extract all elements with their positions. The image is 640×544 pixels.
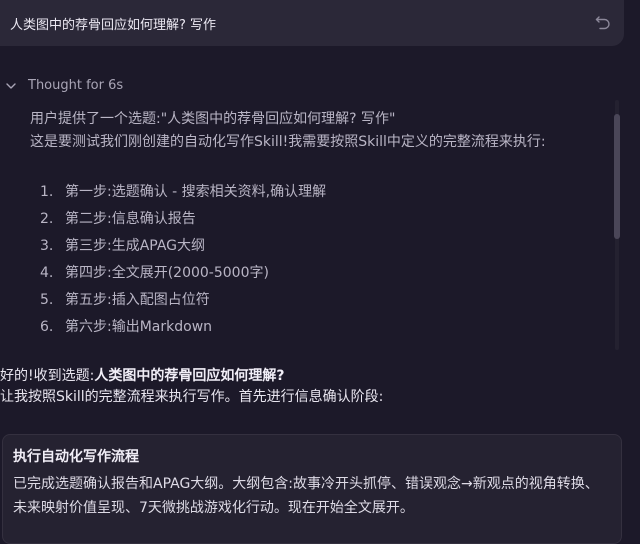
thought-content: 用户提供了一个选题:"人类图中的荐骨回应如何理解? 写作" 这是要测试我们刚创建… [30, 108, 605, 348]
list-item: 1. 第一步:选题确认 - 搜索相关资料,确认理解 [30, 179, 605, 206]
list-item: 5. 第五步:插入配图占位符 [30, 287, 605, 314]
reply-topic: 人类图中的荐骨回应如何理解? [94, 368, 285, 384]
list-item-text: 第二步:信息确认报告 [65, 211, 196, 227]
list-item-text: 第一步:选题确认 - 搜索相关资料,确认理解 [65, 184, 327, 200]
list-item-number: 1. [40, 184, 54, 200]
card-body: 已完成选题确认报告和APAG大纲。大纲包含:故事冷开头抓停、错误观念→新观点的视… [13, 476, 599, 516]
list-item: 2. 第二步:信息确认报告 [30, 206, 605, 233]
workflow-card: 执行自动化写作流程 已完成选题确认报告和APAG大纲。大纲包含:故事冷开头抓停、… [2, 434, 622, 544]
list-item-number: 3. [40, 238, 54, 254]
list-item-number: 2. [40, 211, 54, 227]
thought-scrollbar[interactable] [613, 100, 621, 350]
assistant-reply: 好的!收到选题:人类图中的荐骨回应如何理解? 让我按照Skill的完整流程来执行… [0, 366, 635, 408]
reply-line: 让我按照Skill的完整流程来执行写作。首先进行信息确认阶段: [0, 389, 384, 405]
thought-paragraph: 用户提供了一个选题:"人类图中的荐骨回应如何理解? 写作" [30, 111, 396, 127]
user-message-bubble: 人类图中的荐骨回应如何理解? 写作 [0, 0, 624, 46]
list-item-number: 4. [40, 265, 54, 281]
list-item: 6. 第六步:输出Markdown [30, 314, 605, 341]
thought-steps-list: 1. 第一步:选题确认 - 搜索相关资料,确认理解 2. 第二步:信息确认报告 3.… [30, 179, 605, 341]
chevron-down-icon [6, 82, 16, 89]
list-item-text: 第五步:插入配图占位符 [65, 292, 210, 308]
reply-prefix: 好的!收到选题: [0, 368, 95, 384]
list-item-number: 6. [40, 319, 54, 335]
undo-icon[interactable] [594, 13, 612, 31]
list-item-number: 5. [40, 292, 54, 308]
thought-paragraph: 这是要测试我们刚创建的自动化写作Skill!我需要按照Skill中定义的完整流程… [30, 134, 546, 150]
list-item-text: 第三步:生成APAG大纲 [65, 238, 206, 254]
list-item-text: 第六步:输出Markdown [65, 319, 213, 335]
thought-label: Thought for 6s [28, 78, 124, 93]
card-title: 执行自动化写作流程 [13, 449, 139, 465]
reply-line: 好的!收到选题:人类图中的荐骨回应如何理解? [0, 366, 635, 387]
scrollbar-thumb[interactable] [614, 114, 620, 239]
list-item: 4. 第四步:全文展开(2000-5000字) [30, 260, 605, 287]
list-item-text: 第四步:全文展开(2000-5000字) [65, 265, 269, 281]
thought-toggle[interactable]: Thought for 6s [4, 78, 123, 93]
list-item: 3. 第三步:生成APAG大纲 [30, 233, 605, 260]
user-message-text: 人类图中的荐骨回应如何理解? 写作 [10, 17, 217, 33]
